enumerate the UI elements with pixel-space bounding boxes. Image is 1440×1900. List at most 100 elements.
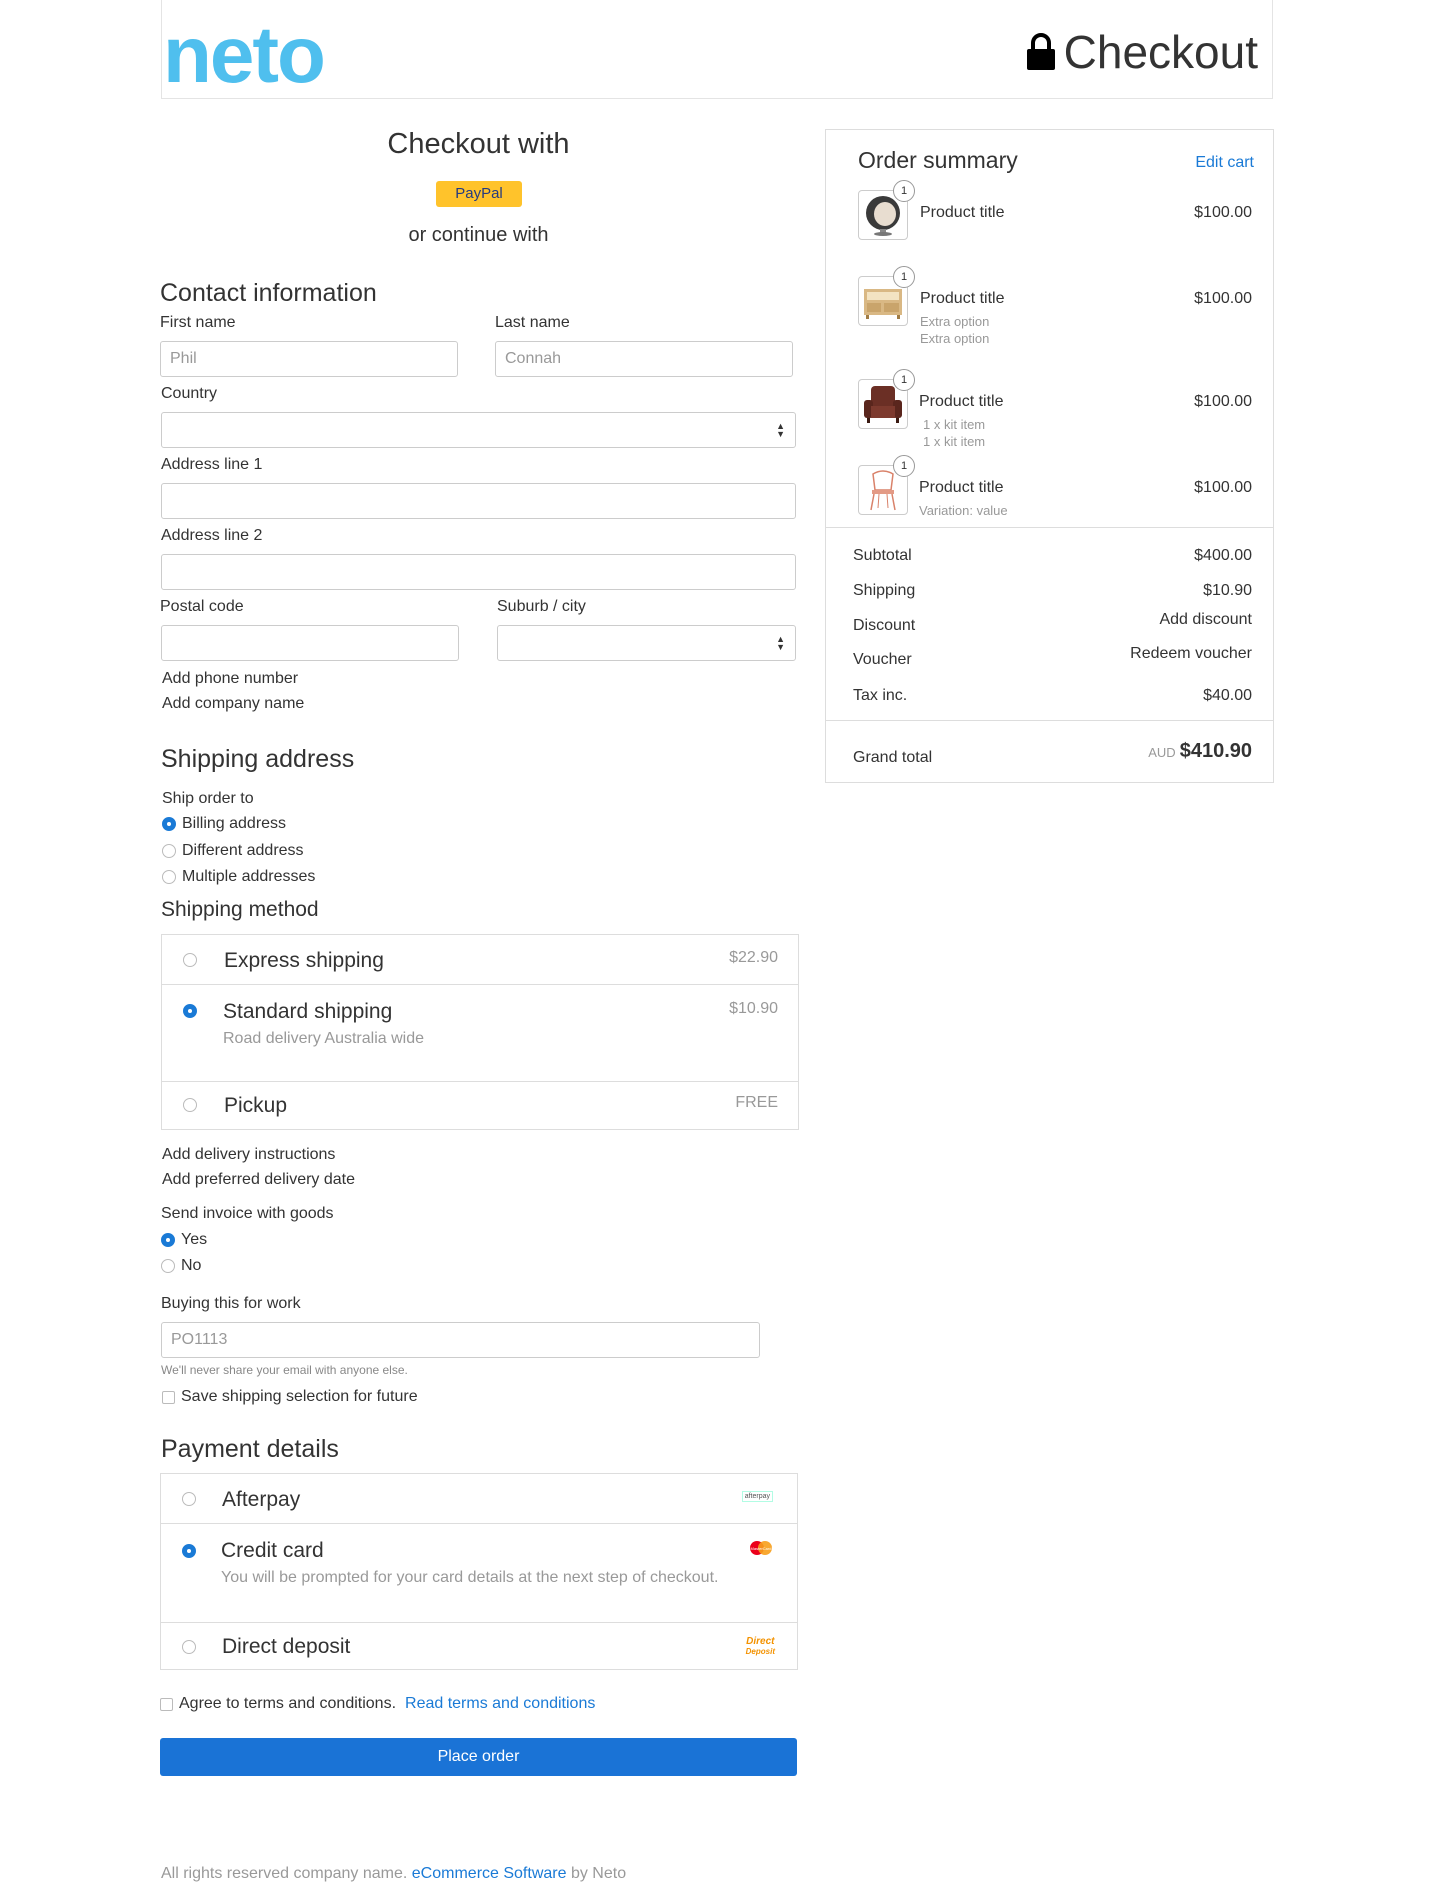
shipping-option-express[interactable]: Express shipping $22.90 — [162, 935, 798, 985]
ship-different-label: Different address — [182, 842, 304, 859]
footer-text: All rights reserved company name. — [161, 1865, 408, 1882]
payment-option-direct-deposit[interactable]: Direct deposit Direct Deposit — [161, 1622, 797, 1669]
po-number-field[interactable]: PO1113 — [161, 1322, 760, 1358]
shipping-option-price: $22.90 — [729, 949, 778, 966]
neto-logo[interactable]: neto — [163, 10, 326, 100]
address1-label: Address line 1 — [161, 456, 263, 473]
postal-label: Postal code — [160, 598, 244, 615]
payment-option-title: Direct deposit — [222, 1635, 351, 1658]
kit-item: 1 x kit item — [923, 417, 986, 432]
product-price: $100.00 — [1194, 204, 1252, 221]
address2-field[interactable] — [161, 554, 796, 590]
quantity-badge: 1 — [893, 369, 915, 391]
terms-option[interactable]: Agree to terms and conditions. Read term… — [160, 1695, 595, 1713]
last-name-field[interactable]: Connah — [495, 341, 793, 377]
radio-selected-icon[interactable] — [162, 817, 176, 831]
order-summary-panel: Order summary Edit cart 1 Product title … — [825, 129, 1274, 783]
ecommerce-software-link[interactable]: eCommerce Software — [412, 1865, 567, 1882]
save-selection-option[interactable]: Save shipping selection for future — [162, 1388, 418, 1406]
payment-option-note: You will be prompted for your card detai… — [221, 1569, 719, 1586]
add-phone-link[interactable]: Add phone number — [162, 670, 298, 688]
product-title: Product title — [919, 393, 1004, 410]
radio-icon[interactable] — [182, 1492, 196, 1506]
checkbox-icon[interactable] — [162, 1390, 175, 1404]
lock-icon — [1026, 33, 1055, 70]
radio-selected-icon[interactable] — [161, 1233, 175, 1247]
invoice-yes-option[interactable]: Yes — [161, 1231, 207, 1249]
shipping-method-heading: Shipping method — [161, 898, 319, 921]
afterpay-logo-icon: afterpay — [741, 1491, 773, 1502]
add-delivery-instructions-link[interactable]: Add delivery instructions — [162, 1146, 335, 1164]
checkout-title: Checkout — [1063, 26, 1258, 78]
voucher-label: Voucher — [853, 651, 912, 668]
ship-to-label: Ship order to — [162, 790, 254, 807]
postal-field[interactable] — [161, 625, 459, 661]
currency-code: AUD — [1148, 745, 1176, 760]
shipping-option-title: Express shipping — [224, 949, 384, 972]
ship-billing-option[interactable]: Billing address — [162, 815, 286, 833]
first-name-field[interactable]: Phil — [160, 341, 458, 377]
tax-value: $40.00 — [1203, 687, 1252, 704]
checkbox-icon[interactable] — [160, 1697, 173, 1711]
radio-selected-icon[interactable] — [182, 1544, 196, 1558]
direct-deposit-logo-icon: Direct Deposit — [745, 1636, 775, 1657]
shipping-option-note: Road delivery Australia wide — [223, 1030, 424, 1047]
discount-label: Discount — [853, 617, 916, 634]
work-label: Buying this for work — [161, 1295, 301, 1312]
place-order-button[interactable]: Place order — [160, 1738, 797, 1776]
ship-different-option[interactable]: Different address — [162, 842, 304, 860]
shipping-address-heading: Shipping address — [161, 745, 355, 773]
mastercard-icon: MasterCard — [750, 1541, 772, 1555]
product-title: Product title — [920, 204, 1005, 221]
radio-selected-icon[interactable] — [183, 1004, 197, 1018]
radio-icon[interactable] — [182, 1640, 196, 1654]
invoice-no-option[interactable]: No — [161, 1257, 201, 1275]
ship-multiple-label: Multiple addresses — [182, 868, 316, 885]
quantity-badge: 1 — [893, 266, 915, 288]
suburb-select[interactable]: ▲ ▼ — [497, 625, 796, 661]
payment-option-title: Credit card — [221, 1539, 324, 1562]
contact-heading: Contact information — [160, 279, 377, 307]
read-terms-link[interactable]: Read terms and conditions — [405, 1695, 595, 1713]
shipping-value: $10.90 — [1203, 582, 1252, 599]
radio-icon[interactable] — [162, 870, 176, 884]
terms-label: Agree to terms and conditions. — [179, 1695, 397, 1712]
country-select[interactable]: ▲ ▼ — [161, 412, 796, 448]
radio-icon[interactable] — [161, 1259, 175, 1273]
product-option: Extra option — [920, 314, 990, 329]
grand-total: AUD $410.90 — [1148, 740, 1252, 763]
radio-icon[interactable] — [183, 1098, 197, 1112]
subtotal-label: Subtotal — [853, 547, 912, 564]
shipping-option-standard[interactable]: Standard shipping Road delivery Australi… — [162, 984, 798, 1082]
shipping-option-title: Standard shipping — [223, 1000, 393, 1023]
tax-label: Tax inc. — [853, 687, 908, 704]
add-delivery-date-link[interactable]: Add preferred delivery date — [162, 1171, 355, 1189]
footer-by: by Neto — [570, 1865, 627, 1882]
subtotal-value: $400.00 — [1194, 547, 1252, 564]
ship-billing-label: Billing address — [182, 815, 287, 832]
kit-item: 1 x kit item — [923, 434, 986, 449]
product-title: Product title — [920, 290, 1005, 307]
paypal-button[interactable]: PayPal — [436, 181, 522, 207]
redeem-voucher-link[interactable]: Redeem voucher — [1130, 645, 1252, 663]
divider — [826, 527, 1273, 528]
edit-cart-link[interactable]: Edit cart — [1195, 154, 1254, 172]
invoice-yes-label: Yes — [181, 1231, 208, 1248]
last-name-label: Last name — [495, 314, 570, 331]
select-arrows-icon: ▲ ▼ — [776, 421, 785, 439]
add-company-link[interactable]: Add company name — [162, 695, 304, 713]
radio-icon[interactable] — [183, 953, 197, 967]
select-arrows-icon: ▲ ▼ — [776, 634, 785, 652]
payment-option-afterpay[interactable]: Afterpay afterpay — [161, 1474, 797, 1524]
shipping-option-title: Pickup — [224, 1094, 288, 1117]
radio-icon[interactable] — [162, 844, 176, 858]
add-discount-link[interactable]: Add discount — [1159, 611, 1252, 629]
address1-field[interactable] — [161, 483, 796, 519]
product-option: Extra option — [920, 331, 990, 346]
payment-option-credit-card[interactable]: Credit card You will be prompted for you… — [161, 1523, 797, 1623]
product-price: $100.00 — [1194, 479, 1252, 496]
address2-label: Address line 2 — [161, 527, 263, 544]
checkout-with-heading: Checkout with — [387, 128, 570, 160]
ship-multiple-option[interactable]: Multiple addresses — [162, 868, 315, 886]
shipping-option-pickup[interactable]: Pickup FREE — [162, 1081, 798, 1129]
